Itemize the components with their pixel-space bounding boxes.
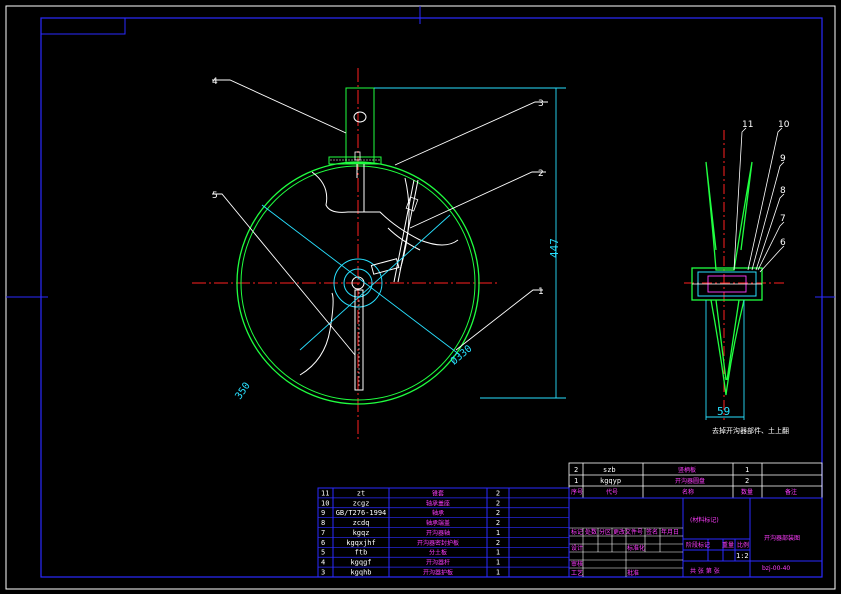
upper-parts-list: 2 szb 竖柄板 1 1 kgqyp 开沟器圆盘 2 序号 代号 名称 数量 … [568,462,823,499]
sign-row-label: 审核 [571,560,583,568]
sheet-label: 共 张 第 张 [690,567,720,575]
parts-row-code: kgqxjhf [346,539,376,547]
part-label-9: 9 [780,154,786,164]
upper-row-qty: 2 [745,477,749,485]
parts-row-name: 轴承盖座 [426,499,450,507]
part-label-4: 4 [212,77,218,87]
parts-row-name: 轴承 [432,509,444,517]
header-no: 序号 [571,488,583,496]
shield-outline [311,171,459,246]
parts-row-name: 开沟器密封护板 [417,539,459,547]
parts-row-code: zcdq [353,519,370,527]
mount-hole [353,111,367,123]
leaders-side [733,127,785,273]
sign-col-label: 分区 [599,528,611,536]
drawing-sheet: 447 Ø330 350 4 3 2 5 1 59 去掉开沟器部件、土上翻 11… [5,5,836,590]
part-label-7: 7 [780,214,786,224]
parts-row-code: zt [357,489,365,497]
scale-label: 比例 [737,541,749,549]
parts-row-no: 8 [321,519,325,527]
parts-row-code: kgqz [353,529,370,537]
drawing-number: bzj-00-40 [762,565,790,572]
disc-side-lower [710,299,745,396]
dim-59 [705,300,745,420]
part-label-8: 8 [780,186,786,196]
header-code: 代号 [606,488,618,496]
parts-row-no: 6 [321,539,325,547]
drawing-name: 开沟器部装图 [764,534,800,542]
parts-list: 11 zt 锥套 210 zcgz 轴承盖座 29 GB/T276-1994 轴承 28 zcdq 轴… [317,487,570,578]
header-name: 名称 [682,488,694,496]
upper-row-no: 1 [574,477,578,485]
part-label-3: 3 [538,99,544,109]
disc-side-upper [705,161,753,271]
dim-59-text: 59 [717,405,730,418]
part-label-10: 10 [778,120,790,130]
header-qty: 数量 [741,488,753,496]
parts-row-qty: 1 [496,549,500,557]
parts-row-code: ftb [355,549,368,557]
sign-col-label: 处数 [585,528,597,536]
outer-frame [5,5,836,590]
parts-row-qty: 2 [496,509,500,517]
parts-row-qty: 2 [496,499,500,507]
parts-row-qty: 1 [496,569,500,577]
parts-row-name: 轴承端盖 [426,519,450,527]
parts-row-qty: 2 [496,519,500,527]
parts-row-no: 7 [321,529,325,537]
stage-label: 阶段标记 [686,541,710,549]
sign-row-label: 设计 [571,544,583,552]
parts-row-qty: 2 [496,539,500,547]
parts-row-code: kgqgf [350,559,371,567]
front-view: 447 Ø330 350 4 3 2 5 1 [192,68,566,442]
sign-row-label: 工艺 [571,569,583,577]
leaders-front [212,79,548,356]
parts-row-name: 锥套 [432,489,444,497]
header-remark: 备注 [785,488,797,496]
part-label-6: 6 [780,238,786,248]
centering-marks [6,6,835,298]
part-label-1: 1 [538,287,544,297]
scale-value: 1:2 [736,552,749,560]
dim-350-text: 350 [233,381,252,402]
parts-row-qty: 1 [496,559,500,567]
parts-row-code: kgqhb [350,569,371,577]
parts-row-name: 开沟器护板 [423,569,453,577]
sign-col-label: 更改文件号 [613,528,643,536]
approve-label: 批准 [627,569,639,577]
weight-label: 重量 [722,541,734,549]
parts-row-name: 开沟器杆 [426,559,450,567]
parts-row-qty: 1 [496,529,500,537]
part-label-2: 2 [538,169,544,179]
upper-row-qty: 1 [745,466,749,474]
side-view: 59 去掉开沟器部件、土上翻 11 10 9 8 7 6 [684,120,790,435]
sign-col-label: 签名 [646,528,658,536]
parts-row-name: 分土板 [429,549,447,557]
material-mark: (材料标记) [690,516,719,524]
parts-row-qty: 2 [496,489,500,497]
upper-row-code: kgqyp [600,477,621,485]
part-label-11: 11 [742,120,753,130]
std-label: 标准化 [627,544,645,552]
corner-tag-box [40,17,126,35]
sign-col-label: 年月日 [661,528,679,536]
part-label-5: 5 [212,191,218,201]
parts-row-no: 3 [321,569,325,577]
parts-row-no: 4 [321,559,325,567]
parts-row-name: 开沟器轴 [426,529,450,537]
title-block: 标记 设计 审核 工艺 处数 分区 更改文件号 签名 年月日 标准化 批准 (材… [568,497,823,578]
parts-row-no: 5 [321,549,325,557]
parts-row-no: 9 [321,509,325,517]
upper-row-code: szb [603,466,616,474]
upper-row-no: 2 [574,466,578,474]
parts-row-no: 11 [321,489,329,497]
upper-row-name: 开沟器圆盘 [675,477,705,485]
parts-row-no: 10 [321,499,329,507]
parts-row-code: zcgz [353,499,370,507]
dim-447-text: 447 [548,238,561,258]
parts-row-code: GB/T276-1994 [336,509,387,517]
side-view-note: 去掉开沟器部件、土上翻 [712,426,789,435]
sign-row-label: 标记 [571,528,583,536]
upper-row-name: 竖柄板 [678,466,696,474]
